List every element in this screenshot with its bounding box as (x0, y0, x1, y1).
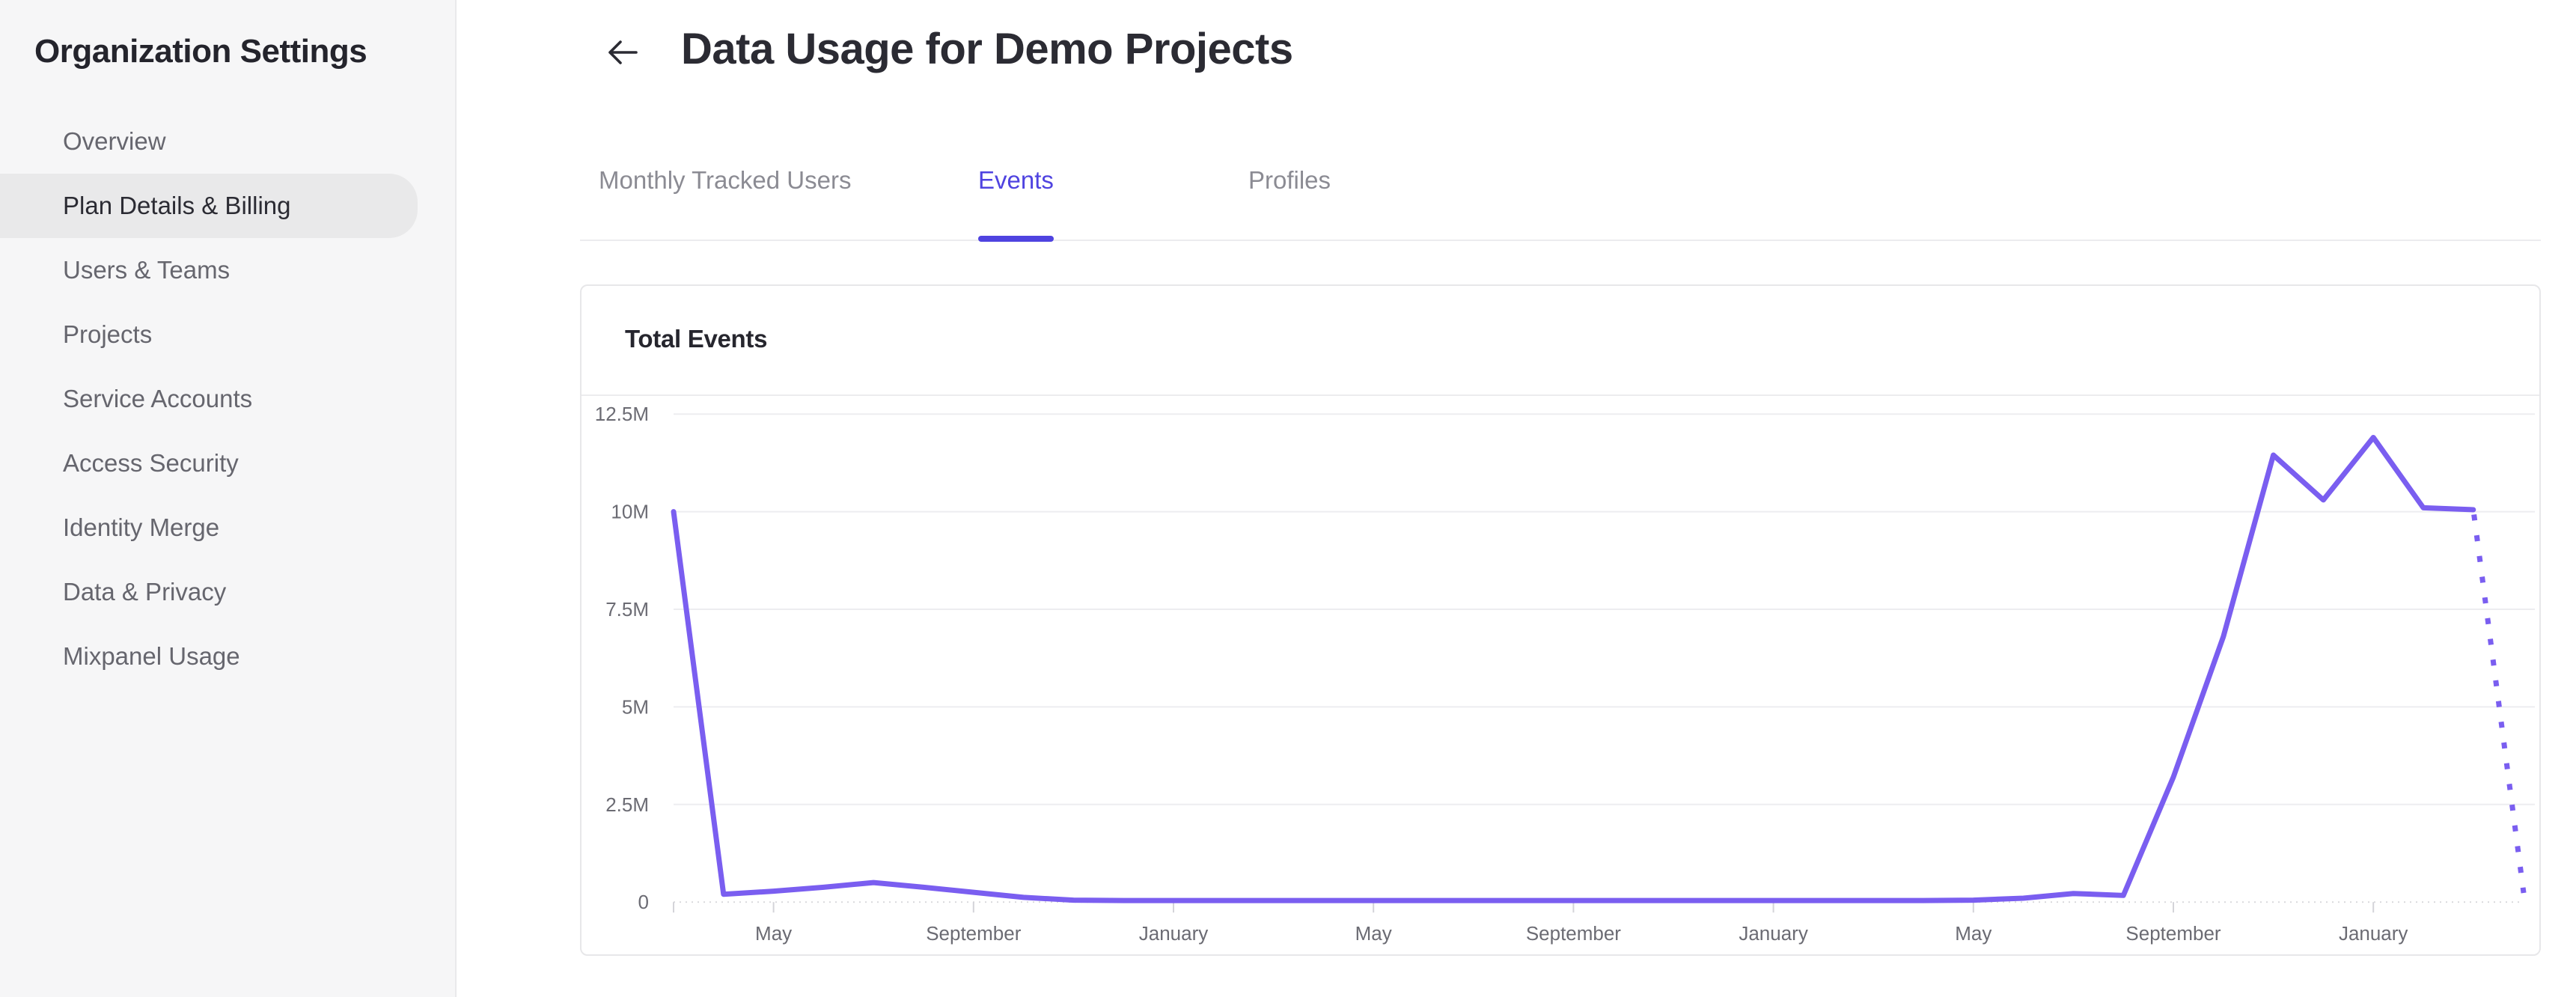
sidebar: Organization Settings Overview Plan Deta… (0, 0, 457, 997)
svg-text:September: September (1526, 922, 1621, 945)
sidebar-nav: Overview Plan Details & Billing Users & … (0, 109, 455, 689)
events-usage-chart: 0 2.5M 5M 7.5M 10M 12.5M May September January Ma… (582, 397, 2539, 954)
sidebar-item-overview[interactable]: Overview (0, 109, 418, 174)
sidebar-item-data-privacy[interactable]: Data & Privacy (0, 560, 418, 624)
tab-bar: Monthly Tracked Users Events Profiles (580, 150, 2541, 242)
svg-text:January: January (1739, 922, 1807, 945)
sidebar-title: Organization Settings (34, 33, 367, 70)
svg-text:September: September (926, 922, 1021, 945)
tab-label: Events (978, 166, 1054, 194)
tab-label: Profiles (1248, 166, 1331, 194)
tab-profiles[interactable]: Profiles (1248, 150, 1331, 240)
svg-text:10M: 10M (611, 501, 649, 523)
svg-text:May: May (755, 922, 792, 945)
page-title: Data Usage for Demo Projects (681, 25, 1293, 73)
sidebar-item-plan-details-billing[interactable]: Plan Details & Billing (0, 174, 418, 238)
card-title: Total Events (625, 325, 768, 353)
sidebar-item-projects[interactable]: Projects (0, 302, 418, 367)
tab-monthly-tracked-users[interactable]: Monthly Tracked Users (599, 150, 851, 240)
sidebar-item-identity-merge[interactable]: Identity Merge (0, 496, 418, 560)
svg-text:May: May (1355, 922, 1392, 945)
sidebar-item-service-accounts[interactable]: Service Accounts (0, 367, 418, 431)
main-content: Data Usage for Demo Projects Monthly Tra… (457, 0, 2576, 997)
svg-text:12.5M: 12.5M (595, 403, 649, 425)
total-events-card: Total Events 0 2.5M 5M 7.5M 10M 12.5M May Septe… (580, 284, 2541, 956)
svg-text:5M: 5M (622, 695, 649, 718)
svg-text:January: January (2339, 922, 2408, 945)
tab-label: Monthly Tracked Users (599, 166, 852, 194)
back-button[interactable] (603, 33, 642, 72)
svg-text:7.5M: 7.5M (605, 598, 649, 621)
sidebar-item-mixpanel-usage[interactable]: Mixpanel Usage (0, 624, 418, 689)
svg-text:0: 0 (638, 891, 649, 913)
svg-text:2.5M: 2.5M (605, 793, 649, 816)
card-header: Total Events (582, 286, 2539, 396)
line-chart-svg: 0 2.5M 5M 7.5M 10M 12.5M May September January Ma… (595, 403, 2535, 945)
sidebar-item-access-security[interactable]: Access Security (0, 431, 418, 496)
sidebar-item-users-teams[interactable]: Users & Teams (0, 238, 418, 302)
svg-text:January: January (1139, 922, 1208, 945)
arrow-left-icon (603, 40, 642, 74)
svg-text:September: September (2125, 922, 2221, 945)
svg-text:May: May (1955, 922, 1991, 945)
tab-events[interactable]: Events (978, 150, 1054, 242)
